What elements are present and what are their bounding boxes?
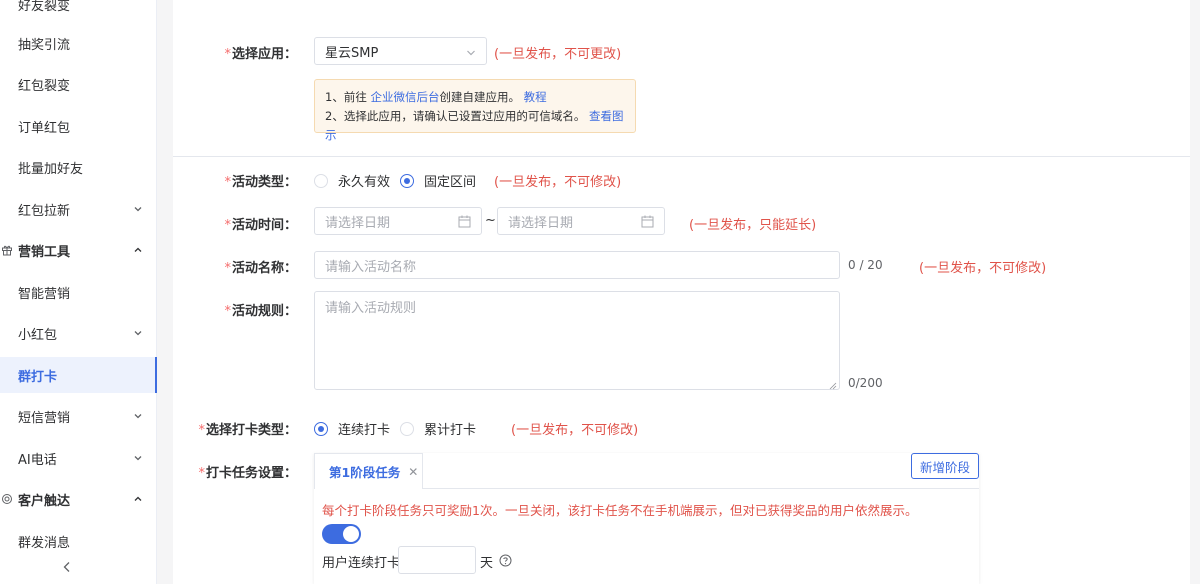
tutorial-link[interactable]: 教程 [524,90,547,104]
continuous-days-label: 用户连续打卡 [322,556,401,571]
sidebar-item-label: 智能营销 [18,286,71,302]
sidebar-group-label: 客户触达 [18,493,71,509]
tab-stage-1[interactable]: 第1阶段任务 ✕ [314,453,423,489]
app-select-value: 星云SMP [325,45,379,61]
sidebar-item-label: AI电话 [18,452,57,468]
help-icon[interactable] [499,554,512,567]
continuous-days-input[interactable] [398,546,476,574]
calendar-icon [641,215,654,228]
tab-divider [423,488,979,489]
radio-fixed-range[interactable]: 固定区间 [400,171,476,190]
activity-rules-counter: 0/200 [848,376,883,390]
sidebar-item-label: 群发消息 [18,535,71,551]
end-date-input[interactable]: 请选择日期 [497,207,665,235]
sidebar-item-batch-add-friends[interactable]: 批量加好友 [0,149,157,185]
sidebar-item-label: 短信营销 [18,410,71,426]
chevron-left-icon[interactable] [60,560,74,574]
sidebar-item-label: 订单红包 [18,120,71,136]
chevron-down-icon [466,47,476,57]
app-select[interactable]: 星云SMP [314,37,487,65]
sidebar-item-mass-message[interactable]: 群发消息 [0,523,157,559]
resize-handle-icon[interactable] [829,379,837,390]
sidebar-item-label: 抽奖引流 [18,37,71,53]
checkin-type-label: *选择打卡类型： [198,423,297,438]
sidebar-item-redpacket-fission[interactable]: 红包裂变 [0,66,157,102]
close-icon[interactable]: ✕ [408,465,418,479]
target-icon [0,493,14,505]
sidebar-group-marketing-tools[interactable]: 营销工具 [0,232,157,268]
chevron-down-icon [133,411,143,421]
chevron-down-icon [133,328,143,338]
activity-name-counter: 0 / 20 [848,258,883,272]
sidebar-item-label: 批量加好友 [18,161,84,177]
sidebar-item-lottery[interactable]: 抽奖引流 [0,25,157,61]
start-date-input[interactable]: 请选择日期 [314,207,482,235]
section-divider [173,156,1190,157]
sidebar-item-group-checkin[interactable]: 群打卡 [0,357,157,393]
activity-type-label: *活动类型： [224,175,297,190]
stage-note: 每个打卡阶段任务只可奖励1次。一旦关闭，该打卡任务不在手机端展示，但对已获得奖品… [322,503,918,518]
activity-rules-textarea[interactable]: 请输入活动规则 [314,291,840,390]
chevron-down-icon [133,453,143,463]
app-hint: (一旦发布，不可更改) [494,47,622,62]
activity-name-label: *活动名称： [224,261,297,276]
stage-toggle[interactable] [322,524,361,544]
sidebar-item-label: 好友裂变 [18,0,71,14]
sidebar: 好友裂变 抽奖引流 红包裂变 订单红包 批量加好友 红包拉新 营销工具 智能营销… [0,0,157,584]
sidebar-group-label: 营销工具 [18,244,71,260]
radio-continuous[interactable]: 连续打卡 [314,419,390,438]
radio-circle [400,173,414,188]
calendar-icon [458,215,471,228]
chevron-up-icon [133,494,143,504]
notice-line-1: 1、前往 企业微信后台创建自建应用。 教程 [325,90,547,104]
setup-notice: 1、前往 企业微信后台创建自建应用。 教程 2、选择此应用，请确认已设置过应用的… [314,79,636,142]
sidebar-item-label: 红包裂变 [18,78,71,94]
activity-name-input[interactable]: 请输入活动名称 [314,251,840,279]
chevron-down-icon [133,204,143,214]
days-unit: 天 [480,556,494,571]
add-stage-button[interactable]: 新增阶段 [911,453,979,479]
activity-name-hint: (一旦发布，不可修改) [919,261,1047,276]
activity-time-hint: (一旦发布，只能延长) [689,218,817,233]
activity-type-hint: (一旦发布，不可修改) [494,175,622,190]
sidebar-item-smart-marketing[interactable]: 智能营销 [0,274,157,310]
sidebar-item-label: 群打卡 [18,369,58,385]
sidebar-item-redpacket-new[interactable]: 红包拉新 [0,191,157,227]
sidebar-item-friend-fission[interactable]: 好友裂变 [0,0,157,22]
radio-cumulative[interactable]: 累计打卡 [400,419,476,438]
activity-time-label: *活动时间： [224,218,297,233]
sidebar-item-ai-phone[interactable]: AI电话 [0,440,157,476]
sidebar-group-customer-reach[interactable]: 客户触达 [0,481,157,517]
sidebar-item-label: 红包拉新 [18,203,71,219]
radio-permanent[interactable]: 永久有效 [314,171,390,190]
gift-icon [0,244,14,256]
sidebar-item-sms-marketing[interactable]: 短信营销 [0,398,157,434]
activity-rules-label: *活动规则： [224,304,297,319]
checkin-type-hint: (一旦发布，不可修改) [511,423,639,438]
wecom-admin-link[interactable]: 企业微信后台 [370,90,439,104]
chevron-up-icon [133,245,143,255]
date-range-separator: ~ [485,213,496,228]
notice-line-2: 2、选择此应用，请确认已设置过应用的可信域名。 查看图示 [325,109,624,142]
task-settings-label: *打卡任务设置： [198,466,297,481]
app-select-label: *选择应用： [224,47,297,62]
radio-circle [314,173,328,188]
sidebar-item-small-redpacket[interactable]: 小红包 [0,315,157,351]
radio-circle [400,421,414,436]
sidebar-item-order-redpacket[interactable]: 订单红包 [0,108,157,144]
radio-circle [314,421,328,436]
sidebar-item-label: 小红包 [18,327,58,343]
